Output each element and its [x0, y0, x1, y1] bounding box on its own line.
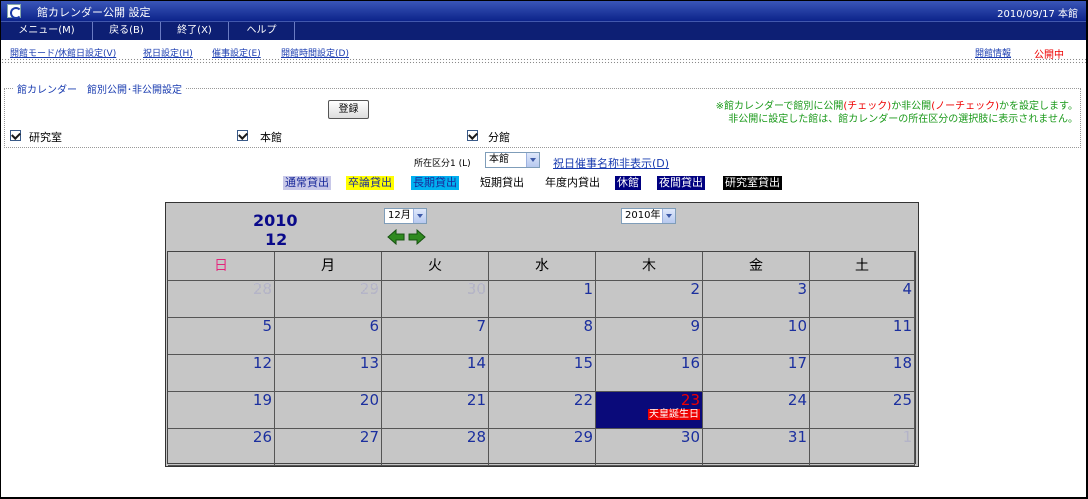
weekday-header: 月 [275, 252, 382, 281]
legend-item: 夜間貸出 [657, 176, 705, 190]
divider [1, 58, 1086, 64]
calendar-day-cell[interactable]: 2 [596, 281, 703, 318]
weekday-header: 火 [382, 252, 489, 281]
note-line-2: 非公開に設定した館は、館カレンダーの所在区分の選択肢に表示されません。 [728, 114, 1078, 125]
calendar-day-cell[interactable]: 5 [168, 318, 275, 355]
menu-bar: メニュー(M) 戻る(B) 終了(X) ヘルプ [1, 21, 1086, 40]
chevron-down-icon [413, 209, 426, 223]
menu-item-exit[interactable]: 終了(X) [161, 22, 229, 40]
calendar-day-cell[interactable]: 30 [382, 281, 489, 318]
app-window: 館カレンダー公開 設定 2010/09/17 本館 メニュー(M) 戻る(B) … [1, 1, 1086, 497]
calendar-day-cell[interactable]: 16 [596, 355, 703, 392]
weekday-header: 土 [810, 252, 915, 281]
calendar-day-cell[interactable]: 23 天皇誕生日 [596, 392, 703, 429]
calendar-day-cell[interactable]: 10 [703, 318, 810, 355]
calendar-day-cell[interactable]: 14 [382, 355, 489, 392]
legend-item: 休館 [615, 176, 641, 190]
area-select[interactable]: 本館 [485, 152, 540, 168]
calendar-month: 12 [265, 230, 288, 249]
calendar-day-cell[interactable]: 29 [489, 429, 596, 466]
calendar-day-cell[interactable]: 15 [489, 355, 596, 392]
calendar-day-cell[interactable]: 6 [275, 318, 382, 355]
calendar-day-cell[interactable]: 24 [703, 392, 810, 429]
calendar-day-cell[interactable]: 30 [596, 429, 703, 466]
calendar-day-cell[interactable]: 1 [810, 429, 915, 466]
menu-item-back[interactable]: 戻る(B) [93, 22, 161, 40]
calendar-day-cell[interactable]: 12 [168, 355, 275, 392]
calendar-day-cell[interactable]: 20 [275, 392, 382, 429]
legend-item: 短期貸出 [478, 176, 526, 190]
calendar-day-cell[interactable]: 28 [168, 281, 275, 318]
title-bar: 館カレンダー公開 設定 2010/09/17 本館 [1, 1, 1086, 21]
calendar-day-cell[interactable]: 22 [489, 392, 596, 429]
calendar-day-cell[interactable]: 1 [489, 281, 596, 318]
calendar-day-cell[interactable]: 9 [596, 318, 703, 355]
calendar-day-cell[interactable]: 18 [810, 355, 915, 392]
calendar-year: 2010 [253, 211, 298, 230]
date-location: 2010/09/17 本館 [997, 9, 1078, 20]
calendar-day-cell[interactable]: 3 [703, 281, 810, 318]
checkbox-main[interactable] [237, 130, 248, 141]
checkbox-lab[interactable] [10, 130, 21, 141]
weekday-header: 日 [168, 252, 275, 281]
legend-item: 長期貸出 [411, 176, 459, 190]
calendar-day-cell[interactable]: 17 [703, 355, 810, 392]
calendar-day-cell[interactable]: 27 [275, 429, 382, 466]
checkbox-lab-label: 研究室 [29, 131, 62, 144]
group-label: 館カレンダー 館別公開･非公開設定 [14, 81, 185, 96]
prev-month-arrow-icon[interactable] [387, 229, 405, 245]
weekday-header: 木 [596, 252, 703, 281]
legend-item: 研究室貸出 [723, 176, 782, 190]
calendar-day-cell[interactable]: 19 [168, 392, 275, 429]
calendar-day-cell[interactable]: 8 [489, 318, 596, 355]
calendar-day-cell[interactable]: 11 [810, 318, 915, 355]
checkbox-main-label: 本館 [260, 131, 282, 144]
checkbox-branch-label: 分館 [488, 131, 510, 144]
calendar-day-cell[interactable]: 29 [275, 281, 382, 318]
weekday-header: 金 [703, 252, 810, 281]
calendar-day-cell[interactable]: 28 [382, 429, 489, 466]
legend-item: 卒論貸出 [346, 176, 394, 190]
legend-item: 通常貸出 [283, 176, 331, 190]
calendar-grid: 日月火水木金土 28 29 30 1 2 3 4 5 6 7 8 9 10 11 12 13 14 15 16 17 18… [167, 251, 916, 466]
checkbox-branch[interactable] [467, 130, 478, 141]
app-icon [7, 4, 22, 19]
month-select[interactable]: 12月 [384, 208, 427, 224]
calendar-day-cell[interactable]: 26 [168, 429, 275, 466]
menu-item-help[interactable]: ヘルプ [229, 22, 295, 40]
window-title: 館カレンダー公開 設定 [37, 6, 151, 19]
area-label: 所在区分1 (L) [414, 159, 471, 169]
calendar-day-cell[interactable]: 21 [382, 392, 489, 429]
menu-item-menu[interactable]: メニュー(M) [1, 22, 93, 40]
chevron-down-icon [526, 153, 539, 167]
year-select[interactable]: 2010年 [621, 208, 676, 224]
legend-item: 年度内貸出 [543, 176, 602, 190]
register-button[interactable]: 登録 [328, 100, 369, 119]
holiday-label: 天皇誕生日 [648, 409, 700, 420]
calendar-day-cell[interactable]: 4 [810, 281, 915, 318]
calendar-day-cell[interactable]: 7 [382, 318, 489, 355]
calendar-day-cell[interactable]: 13 [275, 355, 382, 392]
holiday-name-toggle-link[interactable]: 祝日催事名称非表示(D) [553, 155, 669, 171]
calendar-day-cell[interactable]: 25 [810, 392, 915, 429]
next-month-arrow-icon[interactable] [408, 229, 426, 245]
calendar-day-cell[interactable]: 31 [703, 429, 810, 466]
chevron-down-icon [662, 209, 675, 223]
weekday-header: 水 [489, 252, 596, 281]
